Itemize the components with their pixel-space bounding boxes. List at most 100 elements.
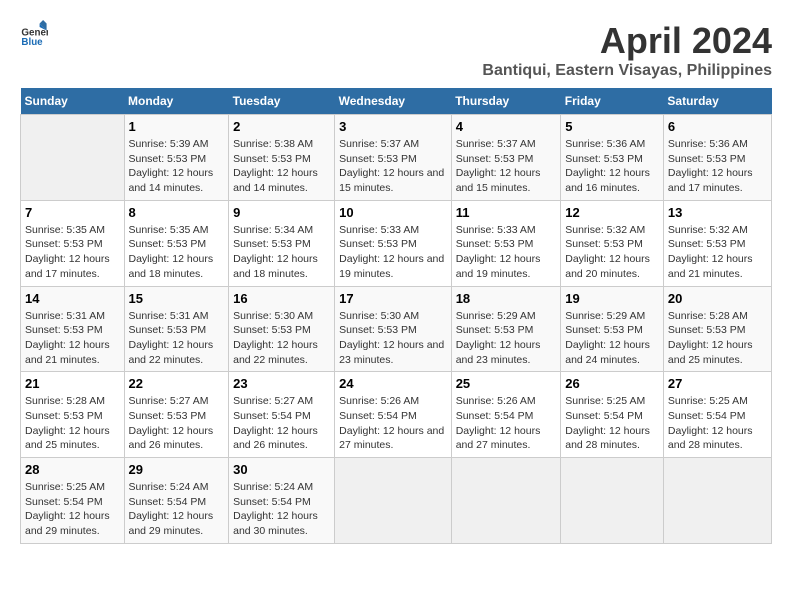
calendar-cell: 28 Sunrise: 5:25 AMSunset: 5:54 PMDaylig…	[21, 458, 125, 544]
day-info: Sunrise: 5:33 AMSunset: 5:53 PMDaylight:…	[456, 223, 557, 282]
calendar-header-sunday: Sunday	[21, 88, 125, 115]
calendar-cell: 1 Sunrise: 5:39 AMSunset: 5:53 PMDayligh…	[124, 115, 229, 201]
day-number: 20	[668, 291, 767, 306]
day-info: Sunrise: 5:34 AMSunset: 5:53 PMDaylight:…	[233, 223, 330, 282]
calendar-cell	[663, 458, 771, 544]
calendar-cell: 2 Sunrise: 5:38 AMSunset: 5:53 PMDayligh…	[229, 115, 335, 201]
day-number: 12	[565, 205, 659, 220]
day-info: Sunrise: 5:30 AMSunset: 5:53 PMDaylight:…	[339, 309, 447, 368]
calendar-header-thursday: Thursday	[451, 88, 561, 115]
day-info: Sunrise: 5:32 AMSunset: 5:53 PMDaylight:…	[565, 223, 659, 282]
calendar-cell: 8 Sunrise: 5:35 AMSunset: 5:53 PMDayligh…	[124, 200, 229, 286]
day-info: Sunrise: 5:33 AMSunset: 5:53 PMDaylight:…	[339, 223, 447, 282]
page-header: General Blue April 2024 Bantiqui, Easter…	[20, 20, 772, 80]
calendar-cell: 27 Sunrise: 5:25 AMSunset: 5:54 PMDaylig…	[663, 372, 771, 458]
day-info: Sunrise: 5:31 AMSunset: 5:53 PMDaylight:…	[25, 309, 120, 368]
calendar-cell: 15 Sunrise: 5:31 AMSunset: 5:53 PMDaylig…	[124, 286, 229, 372]
calendar-cell: 19 Sunrise: 5:29 AMSunset: 5:53 PMDaylig…	[561, 286, 664, 372]
day-info: Sunrise: 5:35 AMSunset: 5:53 PMDaylight:…	[25, 223, 120, 282]
day-number: 23	[233, 376, 330, 391]
day-info: Sunrise: 5:36 AMSunset: 5:53 PMDaylight:…	[565, 137, 659, 196]
day-info: Sunrise: 5:27 AMSunset: 5:54 PMDaylight:…	[233, 394, 330, 453]
day-number: 25	[456, 376, 557, 391]
calendar-cell	[335, 458, 452, 544]
day-number: 2	[233, 119, 330, 134]
day-info: Sunrise: 5:25 AMSunset: 5:54 PMDaylight:…	[565, 394, 659, 453]
calendar-week-row: 28 Sunrise: 5:25 AMSunset: 5:54 PMDaylig…	[21, 458, 772, 544]
calendar-cell: 12 Sunrise: 5:32 AMSunset: 5:53 PMDaylig…	[561, 200, 664, 286]
calendar-cell	[451, 458, 561, 544]
day-number: 30	[233, 462, 330, 477]
calendar-cell: 3 Sunrise: 5:37 AMSunset: 5:53 PMDayligh…	[335, 115, 452, 201]
day-info: Sunrise: 5:31 AMSunset: 5:53 PMDaylight:…	[129, 309, 225, 368]
day-number: 1	[129, 119, 225, 134]
day-number: 24	[339, 376, 447, 391]
day-number: 27	[668, 376, 767, 391]
day-number: 10	[339, 205, 447, 220]
day-info: Sunrise: 5:36 AMSunset: 5:53 PMDaylight:…	[668, 137, 767, 196]
calendar-body: 1 Sunrise: 5:39 AMSunset: 5:53 PMDayligh…	[21, 115, 772, 544]
day-number: 4	[456, 119, 557, 134]
calendar-cell: 23 Sunrise: 5:27 AMSunset: 5:54 PMDaylig…	[229, 372, 335, 458]
day-number: 6	[668, 119, 767, 134]
calendar-cell	[561, 458, 664, 544]
day-info: Sunrise: 5:28 AMSunset: 5:53 PMDaylight:…	[668, 309, 767, 368]
calendar-cell: 9 Sunrise: 5:34 AMSunset: 5:53 PMDayligh…	[229, 200, 335, 286]
calendar-header-saturday: Saturday	[663, 88, 771, 115]
calendar-header-friday: Friday	[561, 88, 664, 115]
calendar-cell: 5 Sunrise: 5:36 AMSunset: 5:53 PMDayligh…	[561, 115, 664, 201]
day-info: Sunrise: 5:35 AMSunset: 5:53 PMDaylight:…	[129, 223, 225, 282]
calendar-week-row: 7 Sunrise: 5:35 AMSunset: 5:53 PMDayligh…	[21, 200, 772, 286]
calendar-cell: 18 Sunrise: 5:29 AMSunset: 5:53 PMDaylig…	[451, 286, 561, 372]
day-number: 15	[129, 291, 225, 306]
calendar-cell: 25 Sunrise: 5:26 AMSunset: 5:54 PMDaylig…	[451, 372, 561, 458]
logo: General Blue	[20, 20, 48, 48]
title-block: April 2024 Bantiqui, Eastern Visayas, Ph…	[482, 20, 772, 80]
calendar-cell: 30 Sunrise: 5:24 AMSunset: 5:54 PMDaylig…	[229, 458, 335, 544]
calendar-cell: 29 Sunrise: 5:24 AMSunset: 5:54 PMDaylig…	[124, 458, 229, 544]
day-info: Sunrise: 5:39 AMSunset: 5:53 PMDaylight:…	[129, 137, 225, 196]
day-info: Sunrise: 5:26 AMSunset: 5:54 PMDaylight:…	[456, 394, 557, 453]
day-info: Sunrise: 5:25 AMSunset: 5:54 PMDaylight:…	[25, 480, 120, 539]
day-info: Sunrise: 5:29 AMSunset: 5:53 PMDaylight:…	[565, 309, 659, 368]
calendar-cell: 20 Sunrise: 5:28 AMSunset: 5:53 PMDaylig…	[663, 286, 771, 372]
day-number: 13	[668, 205, 767, 220]
calendar-cell: 7 Sunrise: 5:35 AMSunset: 5:53 PMDayligh…	[21, 200, 125, 286]
calendar-header-tuesday: Tuesday	[229, 88, 335, 115]
page-subtitle: Bantiqui, Eastern Visayas, Philippines	[482, 62, 772, 80]
day-number: 8	[129, 205, 225, 220]
calendar-cell: 10 Sunrise: 5:33 AMSunset: 5:53 PMDaylig…	[335, 200, 452, 286]
day-info: Sunrise: 5:29 AMSunset: 5:53 PMDaylight:…	[456, 309, 557, 368]
day-number: 18	[456, 291, 557, 306]
day-info: Sunrise: 5:32 AMSunset: 5:53 PMDaylight:…	[668, 223, 767, 282]
day-number: 19	[565, 291, 659, 306]
day-info: Sunrise: 5:38 AMSunset: 5:53 PMDaylight:…	[233, 137, 330, 196]
day-info: Sunrise: 5:30 AMSunset: 5:53 PMDaylight:…	[233, 309, 330, 368]
calendar-cell: 26 Sunrise: 5:25 AMSunset: 5:54 PMDaylig…	[561, 372, 664, 458]
calendar-cell: 11 Sunrise: 5:33 AMSunset: 5:53 PMDaylig…	[451, 200, 561, 286]
svg-text:Blue: Blue	[21, 37, 43, 48]
day-info: Sunrise: 5:24 AMSunset: 5:54 PMDaylight:…	[129, 480, 225, 539]
calendar-week-row: 21 Sunrise: 5:28 AMSunset: 5:53 PMDaylig…	[21, 372, 772, 458]
day-info: Sunrise: 5:28 AMSunset: 5:53 PMDaylight:…	[25, 394, 120, 453]
calendar-week-row: 14 Sunrise: 5:31 AMSunset: 5:53 PMDaylig…	[21, 286, 772, 372]
calendar-cell: 22 Sunrise: 5:27 AMSunset: 5:53 PMDaylig…	[124, 372, 229, 458]
day-info: Sunrise: 5:27 AMSunset: 5:53 PMDaylight:…	[129, 394, 225, 453]
day-number: 14	[25, 291, 120, 306]
calendar-cell: 13 Sunrise: 5:32 AMSunset: 5:53 PMDaylig…	[663, 200, 771, 286]
calendar-header-row: SundayMondayTuesdayWednesdayThursdayFrid…	[21, 88, 772, 115]
calendar-cell: 6 Sunrise: 5:36 AMSunset: 5:53 PMDayligh…	[663, 115, 771, 201]
day-number: 7	[25, 205, 120, 220]
day-number: 16	[233, 291, 330, 306]
day-info: Sunrise: 5:37 AMSunset: 5:53 PMDaylight:…	[456, 137, 557, 196]
page-title: April 2024	[482, 20, 772, 62]
day-info: Sunrise: 5:37 AMSunset: 5:53 PMDaylight:…	[339, 137, 447, 196]
calendar-cell: 17 Sunrise: 5:30 AMSunset: 5:53 PMDaylig…	[335, 286, 452, 372]
calendar-cell: 16 Sunrise: 5:30 AMSunset: 5:53 PMDaylig…	[229, 286, 335, 372]
day-number: 21	[25, 376, 120, 391]
day-number: 26	[565, 376, 659, 391]
calendar-table: SundayMondayTuesdayWednesdayThursdayFrid…	[20, 88, 772, 544]
calendar-cell: 4 Sunrise: 5:37 AMSunset: 5:53 PMDayligh…	[451, 115, 561, 201]
day-number: 29	[129, 462, 225, 477]
calendar-header-monday: Monday	[124, 88, 229, 115]
